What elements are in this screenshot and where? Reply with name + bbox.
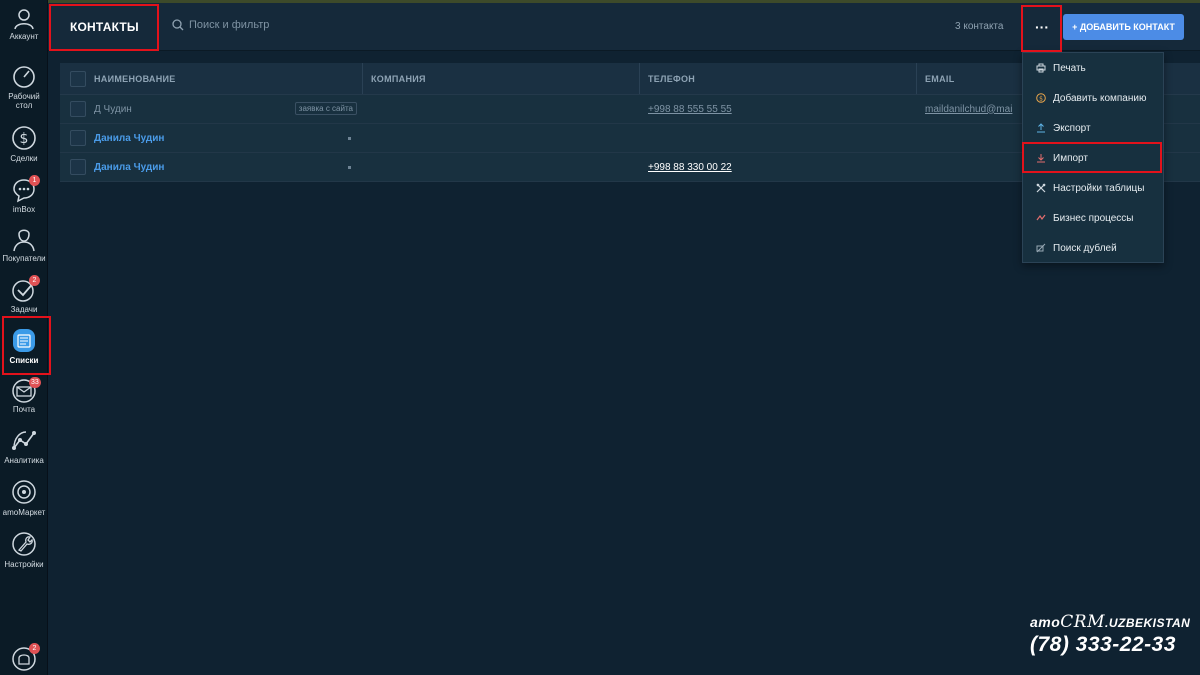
- contact-name[interactable]: Д Чудин: [94, 104, 132, 115]
- svg-text:$: $: [1039, 95, 1043, 102]
- brand-crm: CRM: [1060, 612, 1106, 632]
- sidebar-item-market[interactable]: amoМаркет: [0, 478, 48, 517]
- wrench-icon: [12, 532, 36, 556]
- list-icon: [13, 329, 35, 352]
- menu-item-add-company[interactable]: $ Добавить компанию: [1023, 83, 1163, 113]
- contact-phone[interactable]: +998 88 330 00 22: [648, 162, 732, 173]
- svg-text:$: $: [20, 131, 29, 147]
- brand-amo: amo: [1030, 614, 1061, 630]
- add-contact-button[interactable]: + ДОБАВИТЬ КОНТАКТ: [1063, 14, 1184, 40]
- menu-item-print[interactable]: Печать: [1023, 53, 1163, 83]
- account-avatar-icon: [14, 9, 34, 30]
- imbox-badge: 1: [29, 175, 40, 186]
- menu-item-label: Импорт: [1053, 152, 1088, 164]
- select-all-checkbox[interactable]: [70, 70, 86, 87]
- sidebar-item-label: Покупатели: [2, 254, 46, 263]
- sidebar-account-label: Аккаунт: [9, 32, 39, 41]
- process-icon: [1036, 214, 1046, 221]
- more-options-menu: Печать $ Добавить компанию Экспорт Импор…: [1022, 52, 1164, 263]
- market-icon: [12, 480, 36, 504]
- brand-watermark: amoCRM.UZBEKISTAN (78) 333-22-33: [1030, 612, 1190, 657]
- menu-item-label: Бизнес процессы: [1053, 212, 1134, 224]
- search-input[interactable]: [189, 19, 449, 31]
- sidebar-item-tasks[interactable]: 2 Задачи: [0, 275, 48, 314]
- speedometer-icon: [13, 66, 35, 88]
- menu-item-table-settings[interactable]: Настройки таблицы: [1023, 173, 1163, 203]
- column-header-label: ТЕЛЕФОН: [648, 73, 696, 84]
- row-checkbox[interactable]: [70, 159, 86, 175]
- menu-item-label: Экспорт: [1053, 122, 1091, 134]
- sidebar-item-customers[interactable]: Покупатели: [0, 224, 48, 263]
- sidebar-item-analytics[interactable]: Аналитика: [0, 428, 48, 465]
- menu-item-label: Поиск дублей: [1053, 242, 1117, 254]
- sidebar-account[interactable]: Аккаунт: [0, 6, 48, 41]
- menu-item-business-processes[interactable]: Бизнес процессы: [1023, 203, 1163, 233]
- contact-name[interactable]: Данила Чудин: [94, 162, 164, 173]
- sidebar-notifications[interactable]: 2: [0, 643, 48, 673]
- menu-item-import[interactable]: Импорт: [1023, 143, 1163, 173]
- row-checkbox[interactable]: [70, 130, 86, 146]
- sidebar-item-dashboard[interactable]: Рабочий стол: [0, 64, 48, 110]
- sidebar: Аккаунт Рабочий стол $ Сделки 1 imBox По…: [0, 0, 48, 675]
- sidebar-item-label: amoМаркет: [2, 508, 46, 517]
- sidebar-item-label: Настройки: [4, 560, 44, 569]
- dollar-icon: $: [12, 126, 36, 150]
- menu-item-label: Печать: [1053, 62, 1086, 74]
- row-checkbox[interactable]: [70, 101, 86, 117]
- menu-item-label: Настройки таблицы: [1053, 182, 1145, 194]
- sidebar-item-label: Задачи: [10, 305, 38, 314]
- column-company[interactable]: КОМПАНИЯ: [363, 63, 640, 94]
- brand-phone: (78) 333-22-33: [1030, 633, 1176, 656]
- row-dot-marker: [348, 166, 351, 169]
- mail-badge: 33: [29, 377, 41, 388]
- column-header-label: НАИМЕНОВАНИЕ: [94, 73, 176, 84]
- sidebar-item-mail[interactable]: 33 Почта: [0, 377, 48, 414]
- tools-icon: [1036, 183, 1046, 193]
- contact-phone[interactable]: +998 88 555 55 55: [648, 104, 732, 115]
- printer-icon: [1036, 63, 1046, 73]
- sidebar-item-label: Почта: [12, 405, 36, 414]
- sidebar-item-label: Сделки: [10, 154, 38, 163]
- notifications-badge: 2: [29, 643, 40, 654]
- contacts-count: 3 контакта: [955, 21, 1004, 32]
- duplicates-icon: [1036, 243, 1046, 253]
- search-bar[interactable]: [172, 19, 449, 31]
- contact-name[interactable]: Данила Чудин: [94, 133, 164, 144]
- tasks-badge: 2: [29, 275, 40, 286]
- source-tag: заявка с сайта: [294, 102, 357, 115]
- brand-uz: .UZBEKISTAN: [1105, 616, 1191, 630]
- sidebar-item-label: imBox: [12, 205, 36, 214]
- more-options-button[interactable]: ···: [1022, 7, 1062, 47]
- column-name[interactable]: НАИМЕНОВАНИЕ: [60, 63, 363, 94]
- sidebar-item-deals[interactable]: $ Сделки: [0, 124, 48, 163]
- menu-item-label: Добавить компанию: [1053, 92, 1147, 104]
- column-phone[interactable]: ТЕЛЕФОН: [640, 63, 917, 94]
- search-icon: [172, 19, 184, 31]
- sidebar-item-settings[interactable]: Настройки: [0, 530, 48, 569]
- upload-icon: [1037, 123, 1045, 133]
- column-header-label: КОМПАНИЯ: [371, 73, 426, 84]
- sidebar-item-label: Аналитика: [4, 456, 44, 465]
- sidebar-item-lists[interactable]: Списки: [0, 326, 48, 365]
- line-chart-icon: [12, 431, 36, 450]
- sidebar-item-imbox[interactable]: 1 imBox: [0, 175, 48, 214]
- sidebar-item-label: Списки: [9, 356, 39, 365]
- sidebar-item-label: Рабочий стол: [8, 92, 40, 110]
- column-header-label: EMAIL: [925, 73, 955, 84]
- contact-email[interactable]: maildanilchud@mai: [925, 104, 1012, 115]
- menu-item-export[interactable]: Экспорт: [1023, 113, 1163, 143]
- user-silhouette-icon: [13, 229, 35, 252]
- header: КОНТАКТЫ 3 контакта ··· + ДОБАВИТЬ КОНТА…: [48, 3, 1200, 51]
- page-title: КОНТАКТЫ: [70, 20, 139, 34]
- row-dot-marker: [348, 137, 351, 140]
- company-icon: $: [1036, 93, 1046, 103]
- download-icon: [1037, 154, 1045, 163]
- menu-item-find-duplicates[interactable]: Поиск дублей: [1023, 233, 1163, 263]
- brand-logo: amoCRM.UZBEKISTAN: [1030, 612, 1190, 632]
